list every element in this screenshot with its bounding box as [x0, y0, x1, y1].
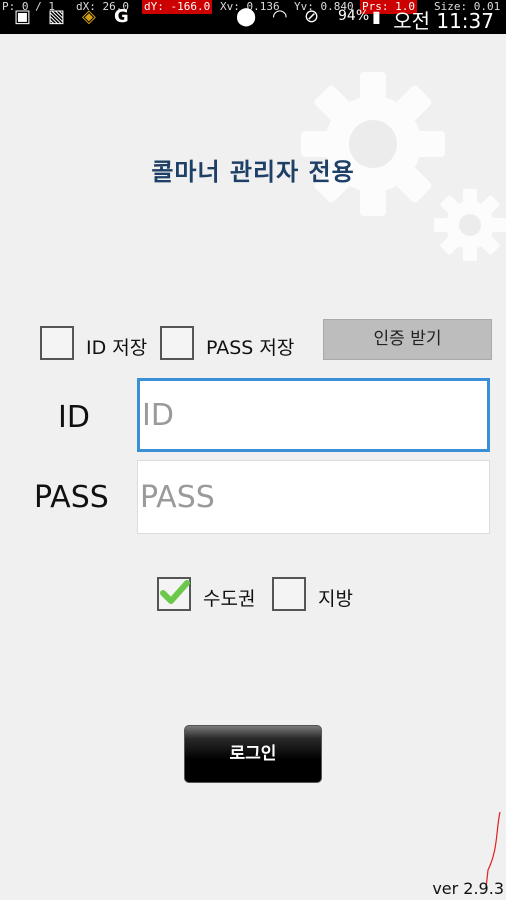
wifi-icon: ◠: [272, 6, 288, 27]
google-icon: G: [114, 6, 129, 27]
location-icon: ⬤: [236, 6, 257, 27]
auth-button[interactable]: 인증 받기: [323, 319, 492, 360]
capital-region-label[interactable]: 수도권: [203, 584, 255, 611]
battery-level: 94%: [338, 8, 370, 24]
pass-input[interactable]: [138, 461, 489, 533]
pass-field-box: [137, 460, 490, 534]
save-pass-checkbox[interactable]: [160, 326, 194, 360]
pass-label: PASS: [34, 480, 109, 515]
page-title: 콜마너 관리자 전용: [151, 158, 355, 186]
id-label: ID: [58, 400, 90, 435]
local-region-checkbox[interactable]: [272, 577, 306, 611]
app-icon: ◈: [82, 6, 96, 27]
small-gear-icon: [434, 189, 506, 261]
screenshot-icon: ▣: [14, 6, 32, 27]
capital-region-checkbox[interactable]: [157, 577, 191, 611]
image-icon: ▧: [48, 6, 66, 27]
debug-dy: dY: -166.0: [142, 0, 213, 14]
save-pass-label[interactable]: PASS 저장: [206, 333, 294, 360]
version-label: ver 2.9.3: [432, 879, 504, 898]
save-id-checkbox[interactable]: [40, 326, 74, 360]
id-field-box: [137, 378, 490, 452]
local-region-label[interactable]: 지방: [318, 584, 353, 611]
checkmark-icon: [160, 580, 190, 604]
id-input[interactable]: [140, 381, 487, 449]
battery-icon: ▮: [372, 7, 381, 26]
status-bar: P: 0 / 1 dX: 26.0 dY: -166.0 Xv: 0.136 Y…: [0, 0, 506, 34]
no-sound-icon: ⊘: [304, 6, 320, 27]
large-gear-icon: [301, 72, 445, 216]
clock: 오전 11:37: [393, 9, 494, 33]
login-button[interactable]: 로그인: [184, 725, 322, 783]
save-id-label[interactable]: ID 저장: [86, 333, 147, 360]
touch-trace: [485, 811, 501, 889]
